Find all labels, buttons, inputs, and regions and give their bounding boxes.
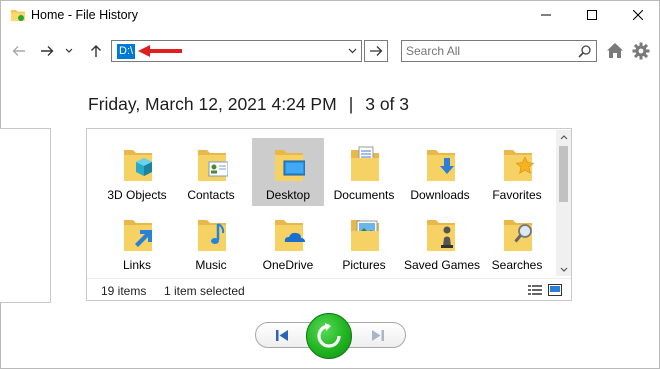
close-button[interactable] — [615, 0, 660, 30]
list-item[interactable]: Saved Games — [404, 208, 481, 276]
search-box[interactable] — [401, 40, 597, 62]
item-label: OneDrive — [262, 258, 314, 272]
folder-searches-icon — [504, 220, 532, 251]
go-button[interactable] — [364, 40, 388, 62]
folder-3d-objects-icon — [124, 150, 152, 181]
chevron-down-icon — [65, 48, 73, 53]
item-label: Desktop — [265, 188, 311, 202]
address-dropdown-button[interactable] — [343, 41, 361, 61]
home-icon[interactable] — [606, 42, 624, 59]
previous-snapshot-panel[interactable] — [0, 128, 51, 303]
maximize-icon — [587, 10, 597, 20]
item-count: 19 items — [101, 284, 147, 298]
selection-status: 1 item selected — [164, 284, 245, 298]
list-item[interactable]: OneDrive — [252, 208, 324, 276]
item-label: Saved Games — [404, 258, 481, 272]
snapshot-date-line: Friday, March 12, 2021 4:24 PM | 3 of 3 — [88, 94, 409, 115]
item-label: 3D Objects — [107, 188, 167, 202]
back-arrow-icon — [12, 46, 25, 56]
up-button[interactable] — [86, 40, 106, 62]
item-label: Contacts — [187, 188, 235, 202]
list-item[interactable]: Favorites — [481, 138, 553, 206]
list-item[interactable]: 3D Objects — [101, 138, 173, 206]
restore-button[interactable] — [306, 313, 352, 359]
gear-icon[interactable] — [632, 42, 650, 60]
vertical-scrollbar[interactable] — [556, 130, 571, 276]
folder-saved-games-icon — [427, 220, 455, 251]
scroll-up-button[interactable] — [556, 130, 571, 144]
item-label: Favorites — [492, 188, 542, 202]
scroll-down-button[interactable] — [556, 262, 571, 276]
list-item[interactable]: Desktop — [252, 138, 324, 206]
folder-links-icon — [124, 220, 152, 251]
item-label: Downloads — [410, 188, 470, 202]
list-item[interactable]: Searches — [481, 208, 553, 276]
item-label: Searches — [491, 258, 543, 272]
file-history-app-icon — [11, 10, 25, 21]
close-icon — [633, 10, 643, 20]
back-button[interactable] — [9, 40, 29, 62]
item-label: Links — [122, 258, 151, 272]
title-bar: Home - File History — [0, 0, 660, 32]
list-item[interactable]: Links — [101, 208, 173, 276]
recent-locations-button[interactable] — [61, 40, 77, 62]
item-label: Music — [195, 258, 227, 272]
folder-downloads-icon — [427, 150, 455, 181]
scroll-thumb[interactable] — [559, 146, 568, 202]
chevron-up-icon — [560, 134, 567, 139]
minimize-button[interactable] — [523, 0, 569, 30]
search-input[interactable] — [406, 43, 571, 59]
skip-next-icon — [372, 330, 384, 341]
maximize-button[interactable] — [569, 0, 615, 30]
folder-documents-icon — [351, 146, 379, 181]
forward-arrow-icon — [41, 46, 54, 56]
folder-pictures-icon — [351, 220, 379, 251]
folder-music-icon — [198, 220, 226, 251]
search-icon — [578, 45, 591, 58]
list-item[interactable]: Pictures — [328, 208, 400, 276]
list-item[interactable]: Music — [175, 208, 247, 276]
address-value[interactable]: D:\ — [117, 44, 136, 59]
annotation-arrow-icon — [138, 45, 182, 57]
items-grid: 3D Objects Contacts Desktop Documents Do… — [101, 138, 561, 278]
status-bar: 19 items 1 item selected — [87, 278, 571, 301]
list-item[interactable]: Contacts — [175, 138, 247, 206]
snapshot-date: Friday, March 12, 2021 4:24 PM — [88, 94, 337, 114]
forward-button[interactable] — [37, 40, 57, 62]
details-view-icon[interactable] — [528, 284, 542, 296]
item-label: Documents — [333, 188, 395, 202]
window-title: Home - File History — [31, 8, 138, 22]
snapshot-position: 3 of 3 — [365, 94, 410, 114]
chevron-down-icon — [560, 267, 567, 272]
chevron-down-icon — [348, 48, 356, 54]
folder-favorites-icon — [504, 150, 534, 181]
go-arrow-icon — [370, 46, 383, 56]
minimize-icon — [541, 14, 551, 16]
item-label: Pictures — [342, 258, 386, 272]
up-arrow-icon — [91, 45, 101, 57]
large-icons-view-icon[interactable] — [548, 284, 562, 296]
snapshot-panel: 3D Objects Contacts Desktop Documents Do… — [86, 128, 572, 301]
list-item[interactable]: Documents — [328, 138, 400, 206]
skip-previous-icon — [276, 330, 288, 341]
separator: | — [348, 94, 354, 114]
folder-desktop-icon — [275, 150, 305, 181]
restore-icon — [317, 323, 341, 348]
list-item[interactable]: Downloads — [404, 138, 476, 206]
folder-contacts-icon — [198, 150, 228, 181]
folder-onedrive-icon — [275, 220, 305, 251]
